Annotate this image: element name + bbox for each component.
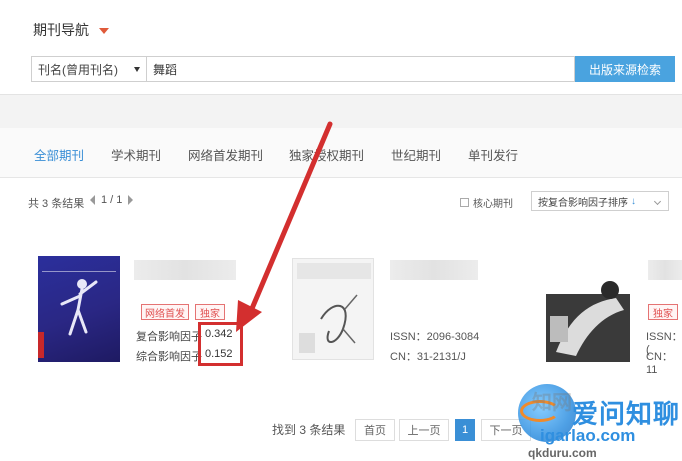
journal-navigation-title[interactable]: 期刊导航 xyxy=(33,20,109,40)
caret-down-icon[interactable] xyxy=(99,28,109,34)
watermark-bottom-url: qkduru.com xyxy=(528,446,597,460)
search-field-select[interactable]: 刊名(曾用刊名) xyxy=(31,56,147,82)
tab-exclusive-journals[interactable]: 独家授权期刊 xyxy=(289,145,364,164)
journal-cn: CN：11 xyxy=(646,351,673,376)
tag-online-first: 网络首发 xyxy=(141,304,189,320)
journal-navigation-panel: 期刊导航 刊名(曾用刊名) 出版来源检索 xyxy=(0,0,682,95)
tab-century-journals[interactable]: 世纪期刊 xyxy=(391,145,441,164)
tab-all-journals[interactable]: 全部期刊 xyxy=(34,145,84,164)
cover-red-band xyxy=(38,332,44,358)
journal-title-blurred[interactable] xyxy=(134,260,236,280)
watermark-faded-brand: 知网 xyxy=(532,392,572,414)
site-watermark: 知网 爱问知聊 igarlao.com qkduru.com xyxy=(518,384,682,461)
composite-if-label: 复合影响因子 xyxy=(136,331,202,343)
journal-cover-3[interactable] xyxy=(546,256,630,362)
journal-title-blurred[interactable] xyxy=(648,260,682,280)
search-row: 刊名(曾用刊名) 出版来源检索 xyxy=(31,56,675,82)
journal-issn: ISSN：2096-3084 xyxy=(390,331,480,343)
current-page-button[interactable]: 1 xyxy=(455,419,475,441)
dancer-figure xyxy=(60,279,98,336)
search-input[interactable] xyxy=(147,56,575,82)
sort-label: 按复合影响因子排序 xyxy=(538,197,628,209)
chevron-down-icon xyxy=(653,197,662,206)
cover-title-strip xyxy=(42,260,116,272)
mini-page-indicator: 1 / 1 xyxy=(101,194,123,206)
journal-tabs: 全部期刊 学术期刊 网络首发期刊 独家授权期刊 世纪期刊 单刊发行 xyxy=(0,128,682,178)
next-page-icon[interactable] xyxy=(128,195,134,205)
result-count: 共 3 条结果 xyxy=(28,198,85,210)
arrow-down-icon: ↓ xyxy=(631,195,636,207)
comprehensive-if-label: 综合影响因子 xyxy=(136,351,202,363)
journal-cover-1[interactable] xyxy=(38,256,120,362)
search-field-selected: 刊名(曾用刊名) xyxy=(38,62,118,77)
tab-online-first-journals[interactable]: 网络首发期刊 xyxy=(188,145,263,164)
impact-factor-highlight-box xyxy=(198,322,243,366)
first-page-button[interactable]: 首页 xyxy=(355,419,395,441)
tag-exclusive: 独家 xyxy=(648,304,678,320)
result-bar: 共 3 条结果 1 / 1 核心期刊 按复合影响因子排序 ↓ xyxy=(0,188,682,218)
core-journal-label: 核心期刊 xyxy=(473,199,513,210)
prev-page-button[interactable]: 上一页 xyxy=(399,419,449,441)
tab-academic-journals[interactable]: 学术期刊 xyxy=(111,145,161,164)
core-journal-checkbox[interactable] xyxy=(460,198,469,207)
prev-page-icon[interactable] xyxy=(90,195,95,205)
found-count: 找到 3 条结果 xyxy=(272,423,346,437)
journal-title-blurred[interactable] xyxy=(390,260,478,280)
source-search-button[interactable]: 出版来源检索 xyxy=(575,56,675,82)
cover-sketch-image xyxy=(297,263,371,353)
watermark-url: igarlao.com xyxy=(540,426,636,445)
cover-photo-image xyxy=(546,281,630,362)
journal-cn: CN：31-2131/J xyxy=(390,351,466,363)
sort-select[interactable]: 按复合影响因子排序 ↓ xyxy=(531,191,669,211)
tag-exclusive: 独家 xyxy=(195,304,225,320)
tab-single-issue[interactable]: 单刊发行 xyxy=(468,145,518,164)
journal-cover-2[interactable] xyxy=(292,258,374,360)
nav-title-label: 期刊导航 xyxy=(33,22,89,38)
core-journal-filter[interactable]: 核心期刊 xyxy=(460,195,513,210)
chevron-down-icon xyxy=(134,66,140,72)
mini-pager: 1 / 1 xyxy=(90,194,134,206)
